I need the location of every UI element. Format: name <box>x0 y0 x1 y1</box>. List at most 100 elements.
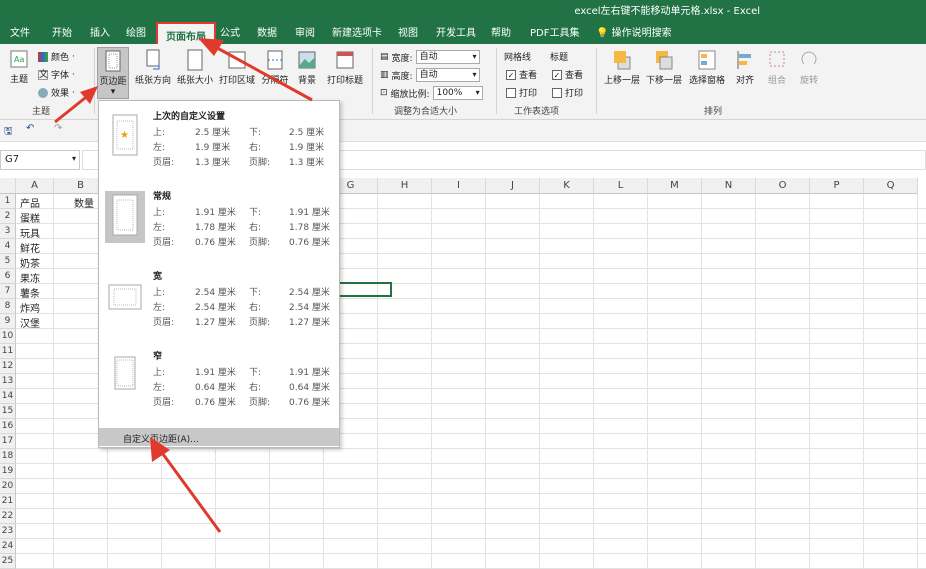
column-header[interactable]: I <box>432 178 486 194</box>
selected-cell[interactable] <box>338 282 392 297</box>
cell-a9[interactable]: 汉堡 <box>20 315 40 330</box>
row-header[interactable]: 13 <box>0 374 16 389</box>
cell-b1[interactable]: 数量 <box>74 195 94 210</box>
breaks-button[interactable]: 分隔符 <box>258 49 292 86</box>
tab-developer[interactable]: 开发工具 <box>436 24 476 39</box>
row-header[interactable]: 22 <box>0 509 16 524</box>
tab-view[interactable]: 视图 <box>398 24 418 39</box>
column-gridline <box>593 194 594 568</box>
bring-forward-button[interactable]: 上移一层 <box>602 49 642 86</box>
column-header[interactable]: A <box>16 178 54 194</box>
selection-pane-button[interactable]: 选择窗格 <box>686 49 728 86</box>
row-header[interactable]: 17 <box>0 434 16 449</box>
tab-formulas[interactable]: 公式 <box>220 24 240 39</box>
cell-a5[interactable]: 奶茶 <box>20 255 40 270</box>
column-header[interactable]: L <box>594 178 648 194</box>
column-header[interactable]: P <box>810 178 864 194</box>
column-header[interactable]: K <box>540 178 594 194</box>
tab-data[interactable]: 数据 <box>257 24 277 39</box>
row-header[interactable]: 19 <box>0 464 16 479</box>
name-box[interactable]: G7 ▾ <box>0 150 80 170</box>
rotate-button[interactable]: 旋转 <box>796 49 822 86</box>
width-select[interactable]: 自动 <box>415 50 480 64</box>
row-header[interactable]: 5 <box>0 254 16 269</box>
row-header[interactable]: 8 <box>0 299 16 314</box>
margin-option-wide[interactable]: 宽上: 2.54 厘米 下: 2.54 厘米 左: 2.54 厘米 右: 2.54 厘米 页眉:… <box>99 261 339 341</box>
tab-insert[interactable]: 插入 <box>90 24 110 39</box>
column-header[interactable]: J <box>486 178 540 194</box>
gridlines-header: 网格线 <box>504 53 532 63</box>
cell-a6[interactable]: 果冻 <box>20 270 40 285</box>
cell-a3[interactable]: 玩具 <box>20 225 40 240</box>
size-button[interactable]: 纸张大小 <box>175 49 215 86</box>
row-header[interactable]: 11 <box>0 344 16 359</box>
row-header[interactable]: 3 <box>0 224 16 239</box>
row-header[interactable]: 20 <box>0 479 16 494</box>
select-all-corner[interactable] <box>0 178 16 194</box>
row-header[interactable]: 25 <box>0 554 16 569</box>
fonts-button[interactable]: 文字体 · <box>38 68 75 81</box>
row-header[interactable]: 9 <box>0 314 16 329</box>
save-icon[interactable]: 🖫 <box>4 124 13 141</box>
undo-icon[interactable]: ↶ <box>26 123 34 134</box>
send-backward-button[interactable]: 下移一层 <box>644 49 684 86</box>
background-button[interactable]: 背景 <box>294 49 320 86</box>
row-header[interactable]: 24 <box>0 539 16 554</box>
column-header[interactable]: O <box>756 178 810 194</box>
align-button[interactable]: 对齐 <box>732 49 758 86</box>
margin-label: 右: <box>249 143 262 153</box>
row-header[interactable]: 18 <box>0 449 16 464</box>
print-area-button[interactable]: 打印区域 <box>218 49 256 86</box>
row-header[interactable]: 7 <box>0 284 16 299</box>
row-header[interactable]: 4 <box>0 239 16 254</box>
orientation-button[interactable]: 纸张方向 <box>133 49 173 86</box>
margin-option-normal[interactable]: 常规 上: 1.91 厘米 下: 1.91 厘米 左: 1.78 厘米 右: 1.78 厘米 页眉… <box>99 181 339 261</box>
colors-button[interactable]: 颜色 · <box>38 50 75 63</box>
row-header[interactable]: 10 <box>0 329 16 344</box>
margin-option-narrow[interactable]: 窄上: 1.91 厘米 下: 1.91 厘米 左: 0.64 厘米 右: 0.64 厘米 页眉:… <box>99 341 339 421</box>
row-header[interactable]: 16 <box>0 419 16 434</box>
custom-margins-button[interactable]: 自定义页边距(A)... <box>99 428 339 446</box>
cell-a4[interactable]: 鲜花 <box>20 240 40 255</box>
themes-button[interactable]: Aa 主题 <box>6 48 32 85</box>
cell-a2[interactable]: 蛋糕 <box>20 210 40 225</box>
redo-icon[interactable]: ↷ <box>54 123 62 134</box>
column-header[interactable]: Q <box>864 178 918 194</box>
column-header[interactable]: H <box>378 178 432 194</box>
tab-draw[interactable]: 绘图 <box>126 24 146 39</box>
tab-review[interactable]: 审阅 <box>295 24 315 39</box>
gridlines-view-checkbox[interactable]: ✓ 查看 <box>506 68 537 81</box>
cell-a1[interactable]: 产品 <box>20 195 40 210</box>
print-titles-button[interactable]: 打印标题 <box>324 49 366 86</box>
row-header[interactable]: 6 <box>0 269 16 284</box>
row-header[interactable]: 1 <box>0 194 16 209</box>
tell-me[interactable]: 💡 操作说明搜索 <box>596 24 672 39</box>
row-header[interactable]: 15 <box>0 404 16 419</box>
row-header[interactable]: 23 <box>0 524 16 539</box>
tab-pdf[interactable]: PDF工具集 <box>530 24 579 39</box>
tab-home[interactable]: 开始 <box>52 24 72 39</box>
tab-new[interactable]: 新建选项卡 <box>332 24 382 39</box>
cell-a8[interactable]: 炸鸡 <box>20 300 40 315</box>
headings-print-checkbox[interactable]: 打印 <box>552 86 583 99</box>
tab-help[interactable]: 帮助 <box>491 24 511 39</box>
row-header[interactable]: 14 <box>0 389 16 404</box>
margins-button[interactable]: 页边距 ▾ <box>97 47 129 99</box>
column-header[interactable]: N <box>702 178 756 194</box>
row-header[interactable]: 21 <box>0 494 16 509</box>
scale-input[interactable]: 100% <box>432 86 483 100</box>
row-header[interactable]: 12 <box>0 359 16 374</box>
group-button[interactable]: 组合 <box>764 49 790 86</box>
tab-file[interactable]: 文件 <box>10 24 30 39</box>
effects-button[interactable]: 效果 · <box>38 86 75 99</box>
tab-page-layout[interactable]: 页面布局 <box>156 22 216 44</box>
cell-a7[interactable]: 薯条 <box>20 285 40 300</box>
gridlines-print-checkbox[interactable]: 打印 <box>506 86 537 99</box>
height-select[interactable]: 自动 <box>415 68 480 82</box>
headings-view-checkbox[interactable]: ✓ 查看 <box>552 68 583 81</box>
height-control: ▥ 高度: 自动 <box>380 68 480 82</box>
column-header[interactable]: M <box>648 178 702 194</box>
row-header[interactable]: 2 <box>0 209 16 224</box>
margin-option-last-custom[interactable]: ★ 上次的自定义设置 上: 2.5 厘米 下: 2.5 厘米 左: 1.9 厘米 右: 1.9 … <box>99 101 339 181</box>
effects-icon <box>38 87 48 98</box>
